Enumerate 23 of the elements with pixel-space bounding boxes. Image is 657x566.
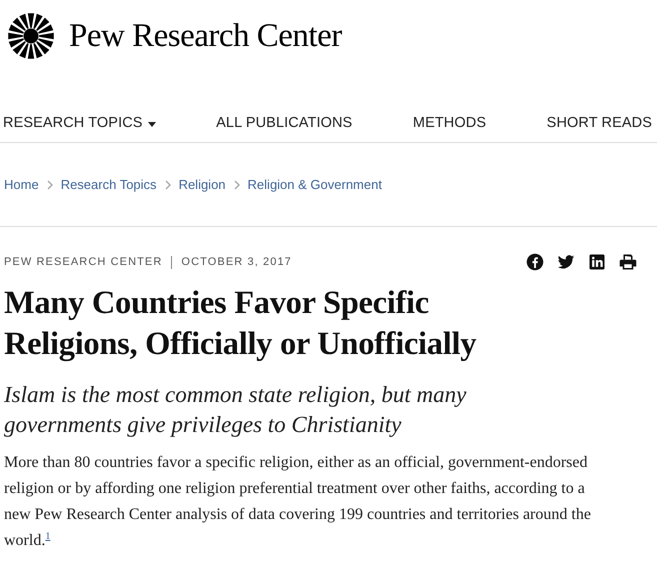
breadcrumb-link[interactable]: Research Topics: [60, 174, 157, 194]
chevron-icon: [234, 180, 240, 190]
source-label: PEW RESEARCH CENTER: [4, 254, 162, 270]
printer-icon[interactable]: [619, 253, 637, 271]
article-paragraph: More than 80 countries favor a specific religion, either as an official, government-endorsed religion or by affording one religion preferential treatment over other faiths, according to a new Pew Research Center analysis of data covering 199 countries and territories around the world.$^{1}$: [3, 453, 592, 551]
breadcrumb-link[interactable]: Home: [4, 174, 39, 194]
breadcrumb-link[interactable]: Religion: [178, 174, 226, 194]
nav-link[interactable]: SHORT READS: [546, 113, 652, 135]
nav-link[interactable]: ALL PUBLICATIONS: [216, 113, 352, 135]
logo-icon: [6, 11, 56, 61]
brand-name[interactable]: Pew Research Center: [69, 20, 342, 52]
linkedin-icon[interactable]: [588, 253, 606, 271]
facebook-icon[interactable]: [526, 253, 544, 271]
breadcrumb-link[interactable]: Religion & Government: [248, 174, 382, 194]
article-title: Many Countries Favor Specific Religions, Officially or Unofficially: [3, 284, 478, 364]
publish-date: OCTOBER 3, 2017: [181, 254, 292, 270]
nav-link[interactable]: RESEARCH TOPICS: [3, 113, 156, 135]
article-subtitle: Islam is the most common state religion, but many governments give privileges to Christianity: [3, 381, 468, 439]
chevron-icon: [46, 180, 53, 190]
nav-link[interactable]: METHODS: [412, 113, 486, 135]
footnote-link[interactable]: 1: [45, 531, 50, 542]
chevron-icon: [164, 180, 171, 190]
bird-icon[interactable]: [557, 253, 575, 271]
